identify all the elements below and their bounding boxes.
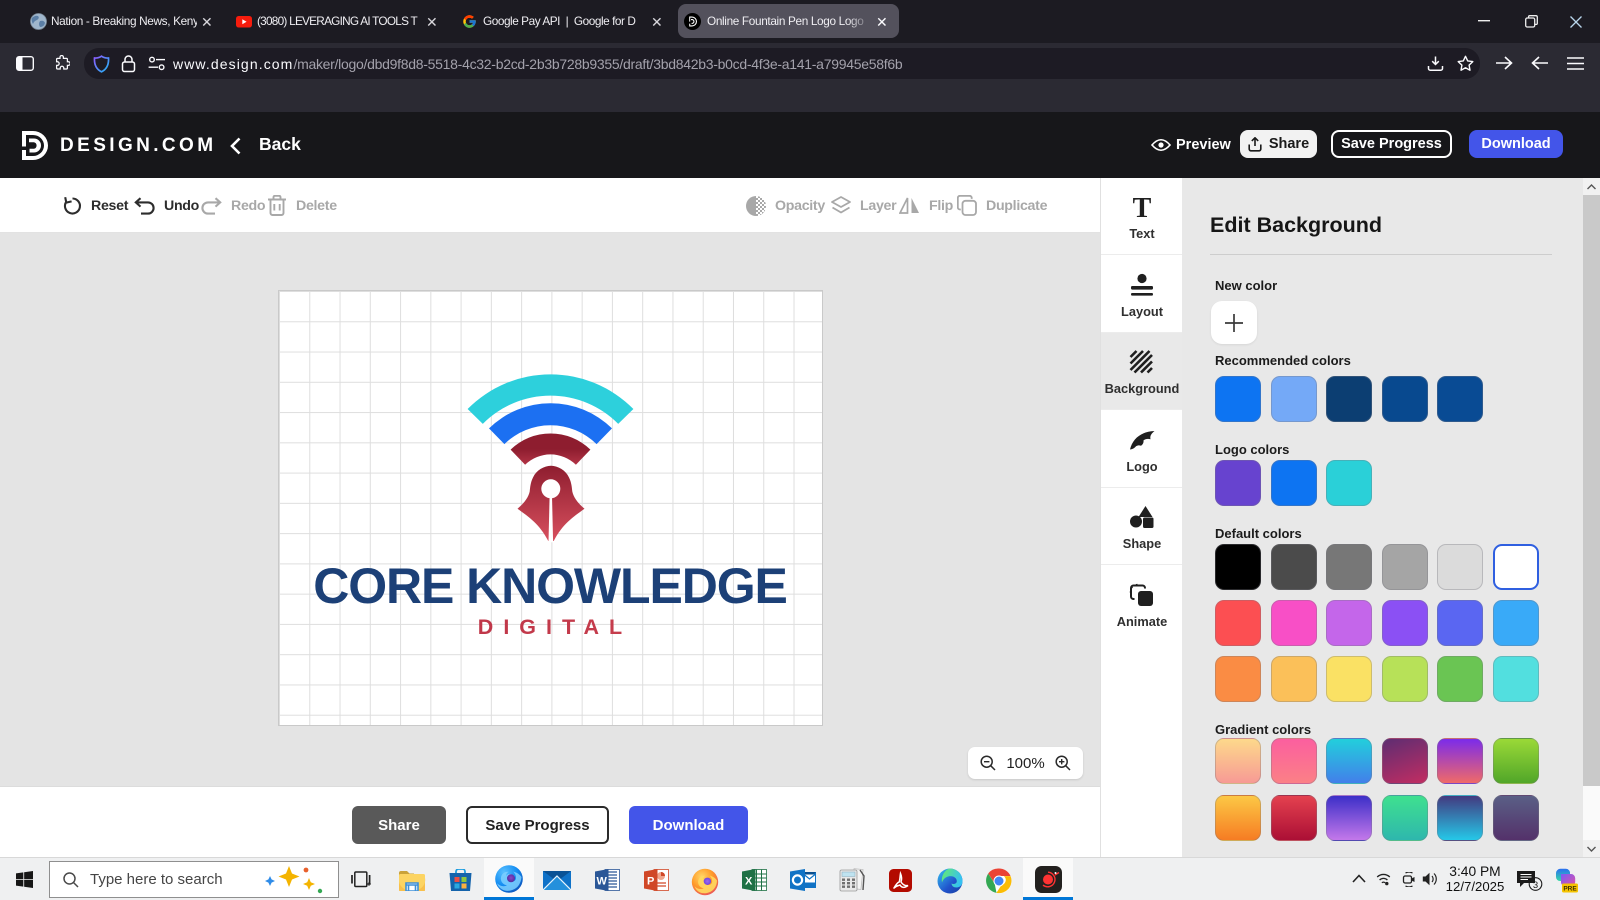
svg-text:W: W (597, 876, 608, 888)
svg-text:PRE: PRE (1563, 886, 1577, 893)
svg-text:X: X (745, 876, 753, 888)
svg-text:P: P (647, 876, 654, 888)
svg-text:T: T (1133, 195, 1152, 221)
svg-text:3: 3 (1533, 880, 1538, 891)
